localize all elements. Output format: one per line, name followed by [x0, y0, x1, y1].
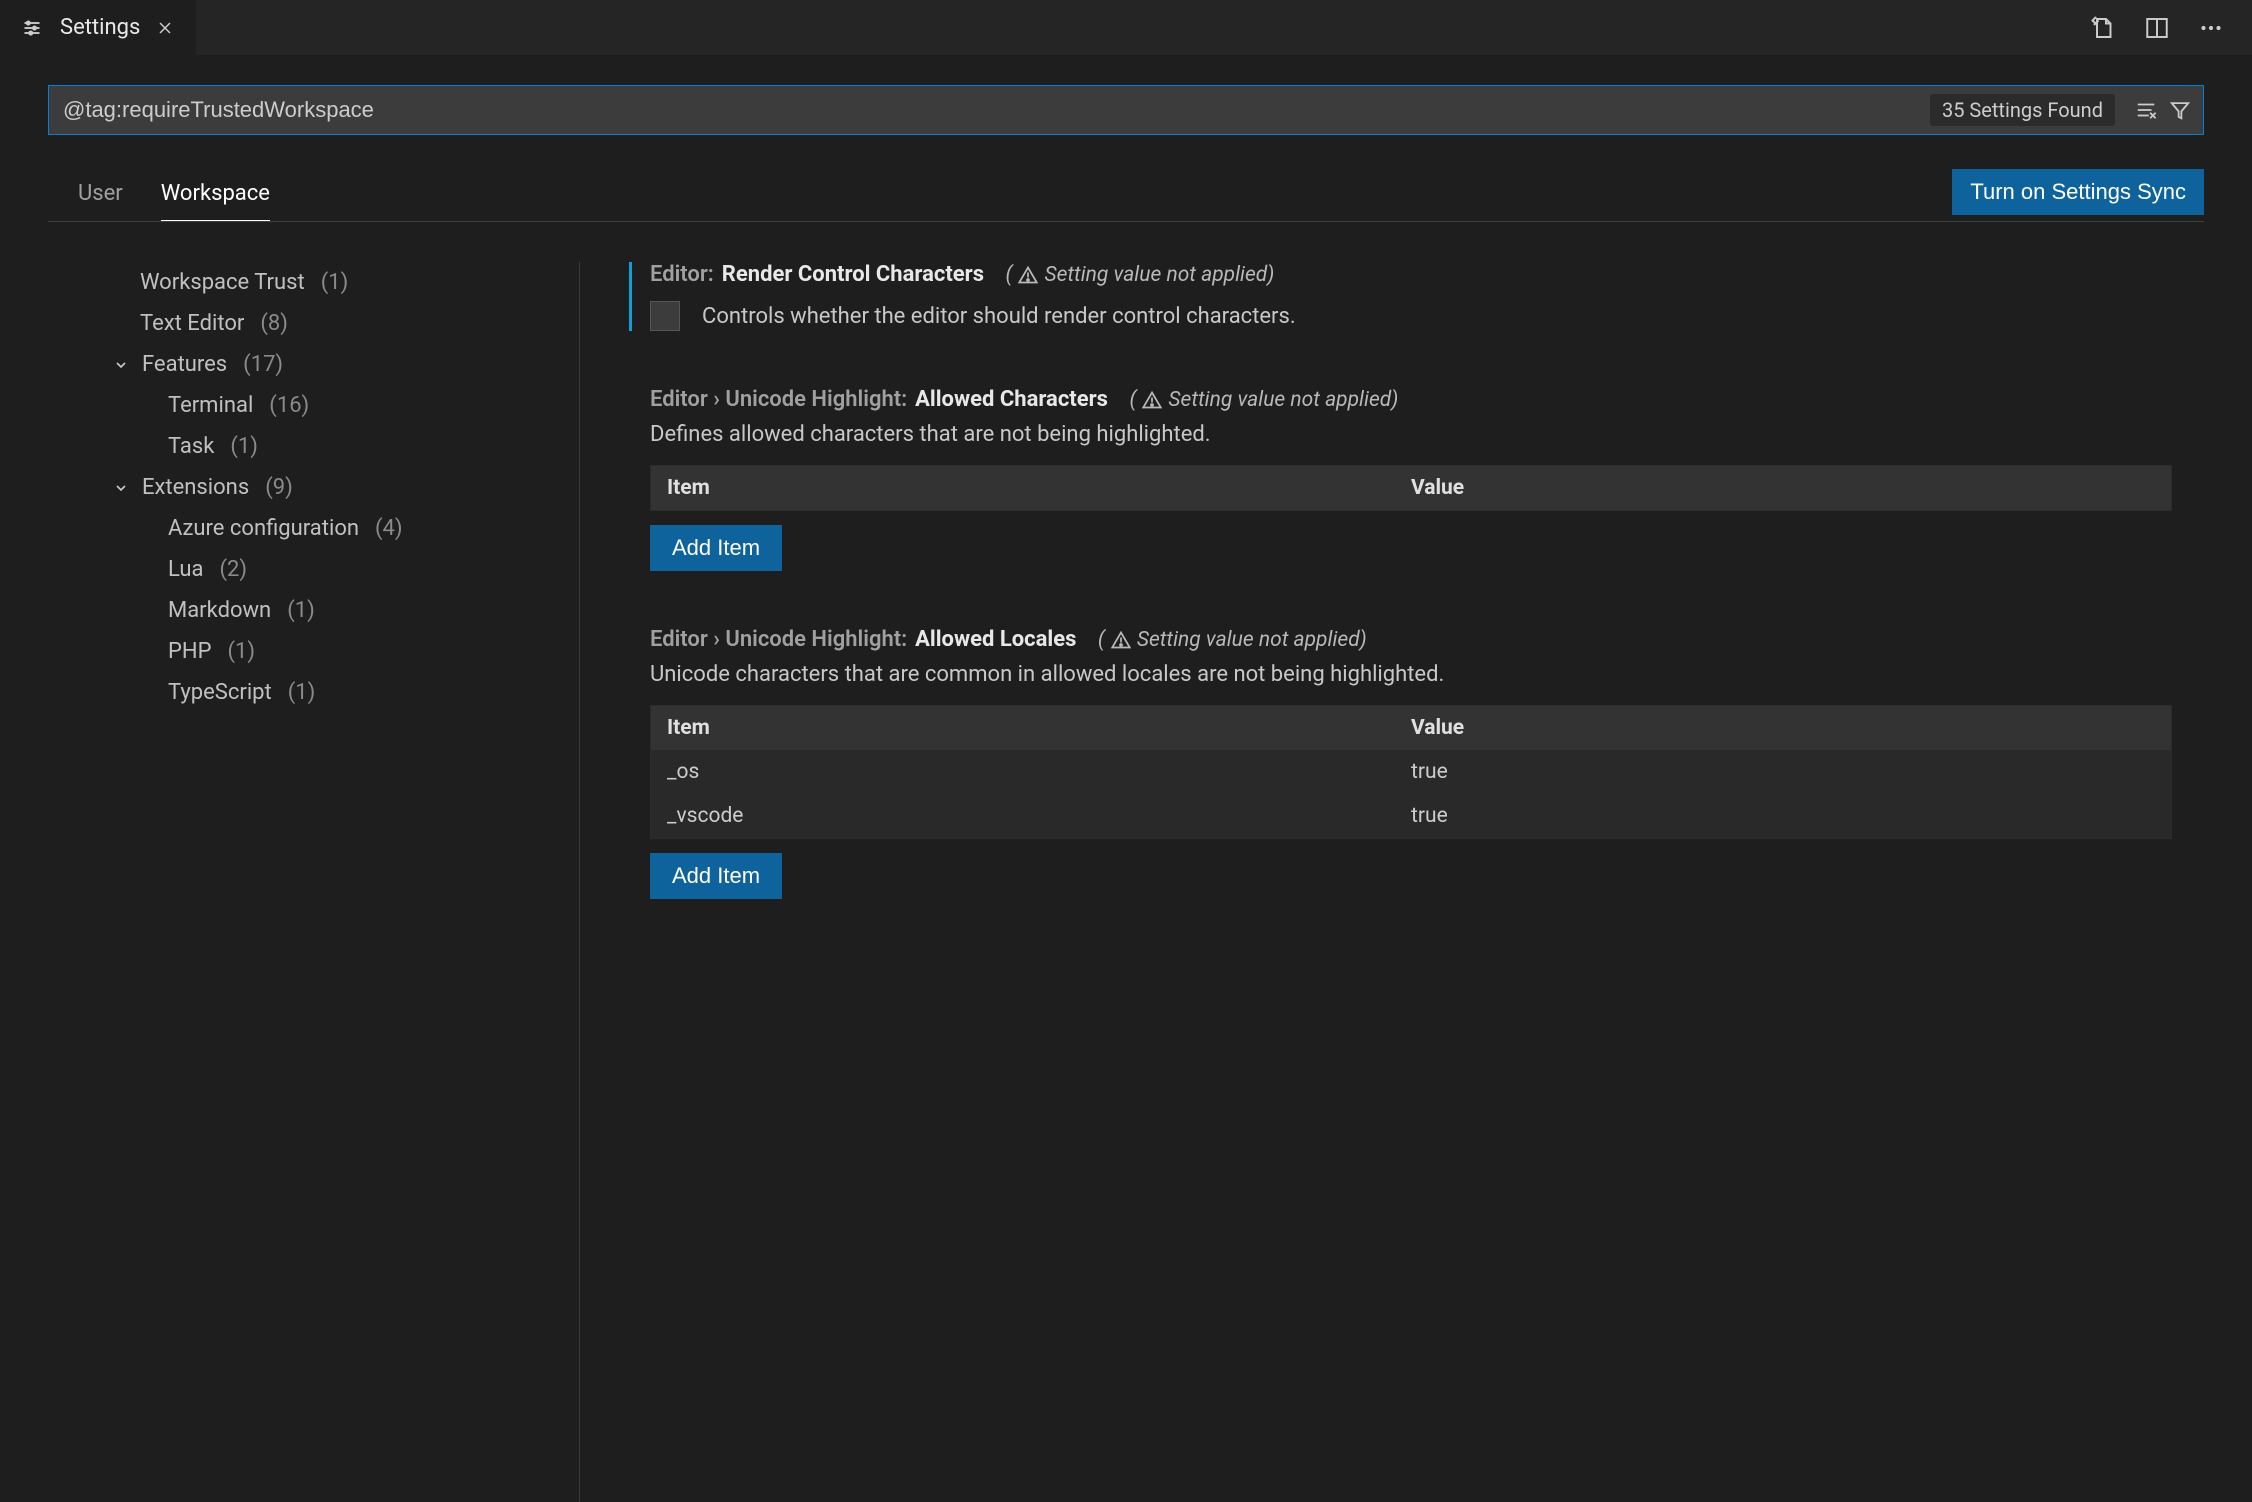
- toc-task[interactable]: Task (1): [100, 426, 579, 467]
- scope-tab-user[interactable]: User: [78, 181, 123, 221]
- row-value: true: [1411, 804, 2155, 828]
- col-value: Value: [1411, 716, 2155, 740]
- toc-count: (1): [287, 598, 315, 623]
- toc-label: Extensions: [142, 475, 249, 500]
- chevron-down-icon: [112, 479, 130, 497]
- toc-label: Lua: [168, 557, 203, 582]
- setting-title: Editor › Unicode Highlight: Allowed Char…: [650, 387, 2172, 412]
- setting-title: Editor: Render Control Characters ( Sett…: [650, 262, 2172, 287]
- toc-count: (16): [269, 393, 309, 418]
- row-item: _os: [667, 760, 1411, 784]
- setting-name: Render Control Characters: [722, 262, 984, 287]
- setting-name: Allowed Locales: [915, 627, 1076, 652]
- toc-label: TypeScript: [168, 680, 272, 705]
- warning-icon: [1018, 265, 1038, 285]
- toc-label: Workspace Trust: [140, 270, 305, 295]
- toc-azure[interactable]: Azure configuration (4): [100, 508, 579, 549]
- toc-count: (9): [265, 475, 293, 500]
- object-table-header: Item Value: [651, 706, 2171, 750]
- tab-title: Settings: [60, 15, 140, 40]
- toc-count: (17): [243, 352, 283, 377]
- setting-not-applied-warning: ( Setting value not applied): [1098, 628, 1367, 652]
- col-item: Item: [667, 476, 1411, 500]
- setting-title: Editor › Unicode Highlight: Allowed Loca…: [650, 627, 2172, 652]
- settings-search-input[interactable]: [63, 86, 1930, 134]
- titlebar-actions: [2090, 15, 2252, 41]
- setting-allowed-characters: Editor › Unicode Highlight: Allowed Char…: [650, 387, 2172, 571]
- setting-allowed-locales: Editor › Unicode Highlight: Allowed Loca…: [650, 627, 2172, 899]
- toc-workspace-trust[interactable]: Workspace Trust (1): [100, 262, 579, 303]
- warning-icon: [1142, 390, 1162, 410]
- settings-search-wrap: 35 Settings Found: [48, 85, 2204, 135]
- object-table-row[interactable]: _vscode true: [651, 794, 2171, 838]
- settings-list[interactable]: Editor: Render Control Characters ( Sett…: [580, 262, 2252, 1502]
- row-item: _vscode: [667, 804, 1411, 828]
- settings-search-box: 35 Settings Found: [48, 85, 2204, 135]
- more-actions-icon[interactable]: [2198, 15, 2224, 41]
- setting-description: Defines allowed characters that are not …: [650, 422, 2172, 447]
- add-item-button[interactable]: Add Item: [650, 525, 782, 571]
- chevron-down-icon: [112, 356, 130, 374]
- toc-extensions[interactable]: Extensions (9): [100, 467, 579, 508]
- toc-features[interactable]: Features (17): [100, 344, 579, 385]
- open-settings-json-icon[interactable]: [2090, 15, 2116, 41]
- settings-scope-row: User Workspace Turn on Settings Sync: [48, 169, 2204, 222]
- split-editor-icon[interactable]: [2144, 15, 2170, 41]
- toc-count: (4): [375, 516, 403, 541]
- add-item-button[interactable]: Add Item: [650, 853, 782, 899]
- setting-render-control-characters: Editor: Render Control Characters ( Sett…: [629, 262, 2172, 331]
- toc-php[interactable]: PHP (1): [100, 631, 579, 672]
- setting-scope: Editor › Unicode Highlight:: [650, 387, 907, 412]
- toc-count: (1): [227, 639, 255, 664]
- toc-count: (1): [230, 434, 258, 459]
- setting-checkbox-row: Controls whether the editor should rende…: [650, 301, 2172, 331]
- warning-icon: [1111, 630, 1131, 650]
- toc-count: (1): [288, 680, 316, 705]
- toc-label: PHP: [168, 639, 211, 664]
- toc-label: Terminal: [168, 393, 253, 418]
- toc-label: Task: [168, 434, 214, 459]
- setting-name: Allowed Characters: [915, 387, 1108, 412]
- toc-lua[interactable]: Lua (2): [100, 549, 579, 590]
- tab-settings[interactable]: Settings: [0, 0, 196, 55]
- toc-label: Azure configuration: [168, 516, 359, 541]
- object-table: Item Value _os true _vscode true: [650, 705, 2172, 839]
- setting-description: Controls whether the editor should rende…: [702, 304, 1296, 329]
- settings-lines-icon: [22, 17, 44, 39]
- toc-label: Features: [142, 352, 227, 377]
- col-item: Item: [667, 716, 1411, 740]
- toc-markdown[interactable]: Markdown (1): [100, 590, 579, 631]
- filter-icon[interactable]: [2167, 97, 2193, 123]
- row-value: true: [1411, 760, 2155, 784]
- toc-terminal[interactable]: Terminal (16): [100, 385, 579, 426]
- toc-count: (1): [321, 270, 349, 295]
- toc-label: Markdown: [168, 598, 271, 623]
- scope-tab-workspace[interactable]: Workspace: [161, 181, 270, 221]
- setting-not-applied-warning: ( Setting value not applied): [1129, 388, 1398, 412]
- toc-count: (2): [219, 557, 247, 582]
- setting-not-applied-warning: ( Setting value not applied): [1006, 263, 1275, 287]
- setting-scope: Editor:: [650, 262, 714, 287]
- clear-search-icon[interactable]: [2133, 97, 2159, 123]
- object-table-row[interactable]: _os true: [651, 750, 2171, 794]
- toc-count: (8): [260, 311, 288, 336]
- setting-scope: Editor › Unicode Highlight:: [650, 627, 907, 652]
- settings-sync-button[interactable]: Turn on Settings Sync: [1952, 169, 2204, 215]
- close-icon[interactable]: [156, 19, 174, 37]
- col-value: Value: [1411, 476, 2155, 500]
- settings-body: Workspace Trust (1) Text Editor (8) Feat…: [0, 262, 2252, 1502]
- settings-scope-tabs: User Workspace: [48, 181, 270, 221]
- object-table-header: Item Value: [651, 466, 2171, 510]
- toc-typescript[interactable]: TypeScript (1): [100, 672, 579, 713]
- setting-description: Unicode characters that are common in al…: [650, 662, 2172, 687]
- toc-label: Text Editor: [140, 311, 244, 336]
- settings-toc: Workspace Trust (1) Text Editor (8) Feat…: [0, 262, 580, 1502]
- toc-text-editor[interactable]: Text Editor (8): [100, 303, 579, 344]
- settings-found-badge: 35 Settings Found: [1930, 94, 2115, 126]
- object-table: Item Value: [650, 465, 2172, 511]
- checkbox-render-control-characters[interactable]: [650, 301, 680, 331]
- editor-tabbar: Settings: [0, 0, 2252, 55]
